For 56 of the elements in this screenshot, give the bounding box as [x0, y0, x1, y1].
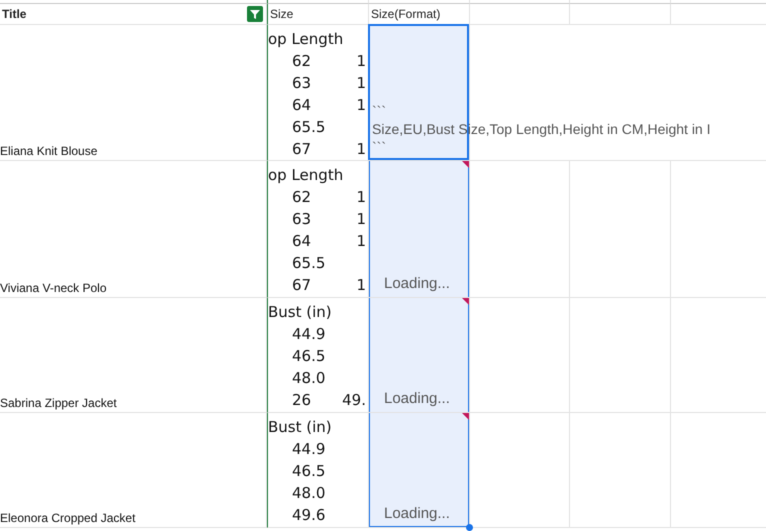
- title-text: Sabrina Zipper Jacket: [0, 396, 117, 410]
- size-text: 64: [291, 231, 312, 252]
- size-text: 1: [356, 209, 367, 230]
- table-cell[interactable]: [570, 298, 671, 413]
- table-cell[interactable]: [570, 4, 671, 25]
- table-cell[interactable]: [470, 413, 570, 528]
- title-text: Eleonora Cropped Jacket: [0, 511, 136, 525]
- size-text: 1: [356, 51, 367, 72]
- selected-cell[interactable]: [369, 413, 469, 527]
- size-text: 62: [291, 51, 312, 72]
- format-text: ```: [372, 138, 386, 156]
- size-text: 1: [356, 275, 367, 296]
- size-text: Bust (in): [268, 417, 332, 438]
- selected-cell[interactable]: [369, 298, 469, 412]
- size-text: op Length: [268, 165, 344, 186]
- size-text: 63: [291, 209, 312, 230]
- size-text: 63: [291, 73, 312, 94]
- format-text: ```: [372, 102, 386, 120]
- column-header: Title: [2, 7, 28, 21]
- size-text: 65.5: [291, 117, 326, 138]
- size-text: 1: [356, 187, 367, 208]
- title-text: Viviana V-neck Polo: [0, 281, 107, 295]
- table-cell[interactable]: [470, 4, 570, 25]
- loading-text: Loading...: [383, 505, 450, 523]
- column-header: Size: [270, 7, 294, 21]
- table-cell[interactable]: [470, 161, 570, 298]
- loading-text: Loading...: [383, 275, 450, 293]
- size-text: 67: [291, 275, 312, 296]
- size-text: 49.: [342, 390, 367, 411]
- size-text: 48.0: [291, 368, 326, 389]
- fill-handle[interactable]: [466, 524, 473, 531]
- size-text: 44.9: [291, 439, 326, 460]
- size-text: 44.9: [291, 324, 326, 345]
- size-text: 1: [356, 231, 367, 252]
- loading-text: Loading...: [383, 390, 450, 408]
- title-text: Eliana Knit Blouse: [0, 144, 98, 158]
- size-text: 64: [291, 95, 312, 116]
- size-text: 62: [291, 187, 312, 208]
- size-text: 1: [356, 139, 367, 160]
- size-text: 65.5: [291, 253, 326, 274]
- size-text: 1: [356, 95, 367, 116]
- size-text: 67: [291, 139, 312, 160]
- column-header: Size(Format): [371, 7, 442, 21]
- size-text: 46.5: [291, 461, 326, 482]
- size-text: op Length: [268, 29, 344, 50]
- table-cell[interactable]: [470, 298, 570, 413]
- size-text: 26: [291, 390, 312, 411]
- size-text: 1: [356, 73, 367, 94]
- table-cell[interactable]: [570, 161, 671, 298]
- size-text: Bust (in): [268, 302, 332, 323]
- table-cell[interactable]: [570, 413, 671, 528]
- filter-icon[interactable]: [247, 6, 263, 22]
- size-text: 48.0: [291, 483, 326, 504]
- size-text: 46.5: [291, 346, 326, 367]
- selected-cell[interactable]: [369, 161, 469, 297]
- size-text: 49.6: [291, 505, 326, 526]
